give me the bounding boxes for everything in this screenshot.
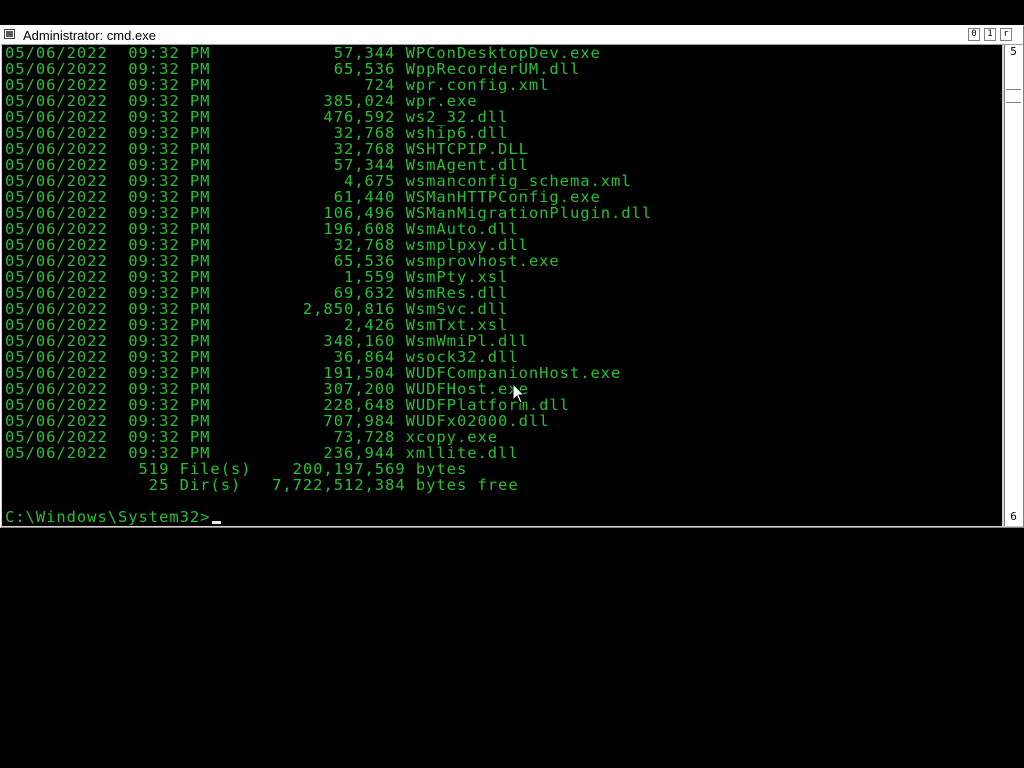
maximize-button[interactable]: 1	[984, 28, 996, 41]
console-line: 05/06/2022 09:32 PM 32,768 WSHTCPIP.DLL	[5, 140, 529, 158]
console-line: 05/06/2022 09:32 PM 2,850,816 WsmSvc.dll	[5, 300, 509, 318]
minimize-button[interactable]: 0	[968, 28, 980, 41]
console-app-icon[interactable]	[4, 29, 15, 39]
console-line: 05/06/2022 09:32 PM 106,496 WSManMigrati…	[5, 204, 653, 222]
console-line: 05/06/2022 09:32 PM 36,864 wsock32.dll	[5, 348, 519, 366]
console-line: 05/06/2022 09:32 PM 196,608 WsmAuto.dll	[5, 220, 519, 238]
close-button[interactable]: r	[1000, 28, 1012, 41]
console-line: 05/06/2022 09:32 PM 476,592 ws2_32.dll	[5, 108, 509, 126]
desktop-background: Administrator: cmd.exe 0 1 r 05/06/2022 …	[0, 0, 1024, 768]
vertical-scrollbar[interactable]: 5 6	[1004, 45, 1023, 526]
console-line: 05/06/2022 09:32 PM 32,768 wsmplpxy.dll	[5, 236, 529, 254]
console-line: 05/06/2022 09:32 PM 191,504 WUDFCompanio…	[5, 364, 622, 382]
scroll-down-arrow-icon[interactable]: 6	[1006, 510, 1021, 524]
console-lines: 05/06/2022 09:32 PM 57,344 WPConDesktopD…	[5, 45, 652, 509]
console-line: 05/06/2022 09:32 PM 236,944 xmllite.dll	[5, 444, 519, 462]
console-line: 05/06/2022 09:32 PM 65,536 wsmprovhost.e…	[5, 252, 560, 270]
console-line: 05/06/2022 09:32 PM 1,559 WsmPty.xsl	[5, 268, 509, 286]
scroll-up-arrow-icon[interactable]: 5	[1006, 45, 1021, 59]
console-line: 05/06/2022 09:32 PM 2,426 WsmTxt.xsl	[5, 316, 509, 334]
scroll-thumb[interactable]	[1006, 89, 1021, 103]
console-line: 05/06/2022 09:32 PM 57,344 WPConDesktopD…	[5, 45, 601, 62]
console-line: 05/06/2022 09:32 PM 61,440 WSManHTTPConf…	[5, 188, 601, 206]
mouse-pointer-icon	[512, 383, 526, 404]
console-line: 05/06/2022 09:32 PM 65,536 WppRecorderUM…	[5, 60, 581, 78]
command-prompt[interactable]: C:\Windows\System32>	[5, 508, 222, 526]
console-line: 05/06/2022 09:32 PM 307,200 WUDFHost.exe	[5, 380, 529, 398]
prompt-path: C:\Windows\System32>	[5, 508, 211, 526]
console-line: 25 Dir(s) 7,722,512,384 bytes free	[5, 476, 519, 494]
console-line: 05/06/2022 09:32 PM 228,648 WUDFPlatform…	[5, 396, 570, 414]
title-bar[interactable]: Administrator: cmd.exe 0 1 r	[1, 26, 1023, 45]
console-line: 05/06/2022 09:32 PM 4,675 wsmanconfig_sc…	[5, 172, 632, 190]
console-line: 519 File(s) 200,197,569 bytes	[5, 460, 468, 478]
console-line: 05/06/2022 09:32 PM 73,728 xcopy.exe	[5, 428, 499, 446]
console-line: 05/06/2022 09:32 PM 57,344 WsmAgent.dll	[5, 156, 529, 174]
console-output-area[interactable]: 05/06/2022 09:32 PM 57,344 WPConDesktopD…	[2, 45, 1002, 526]
console-line: 05/06/2022 09:32 PM 32,768 wship6.dll	[5, 124, 509, 142]
window-title: Administrator: cmd.exe	[23, 28, 156, 43]
console-line: 05/06/2022 09:32 PM 707,984 WUDFx02000.d…	[5, 412, 550, 430]
text-caret	[212, 521, 222, 524]
console-line: 05/06/2022 09:32 PM 385,024 wpr.exe	[5, 92, 478, 110]
cmd-window[interactable]: Administrator: cmd.exe 0 1 r 05/06/2022 …	[0, 25, 1024, 528]
console-line: 05/06/2022 09:32 PM 724 wpr.config.xml	[5, 76, 550, 94]
console-line: 05/06/2022 09:32 PM 69,632 WsmRes.dll	[5, 284, 509, 302]
console-line: 05/06/2022 09:32 PM 348,160 WsmWmiPl.dll	[5, 332, 529, 350]
